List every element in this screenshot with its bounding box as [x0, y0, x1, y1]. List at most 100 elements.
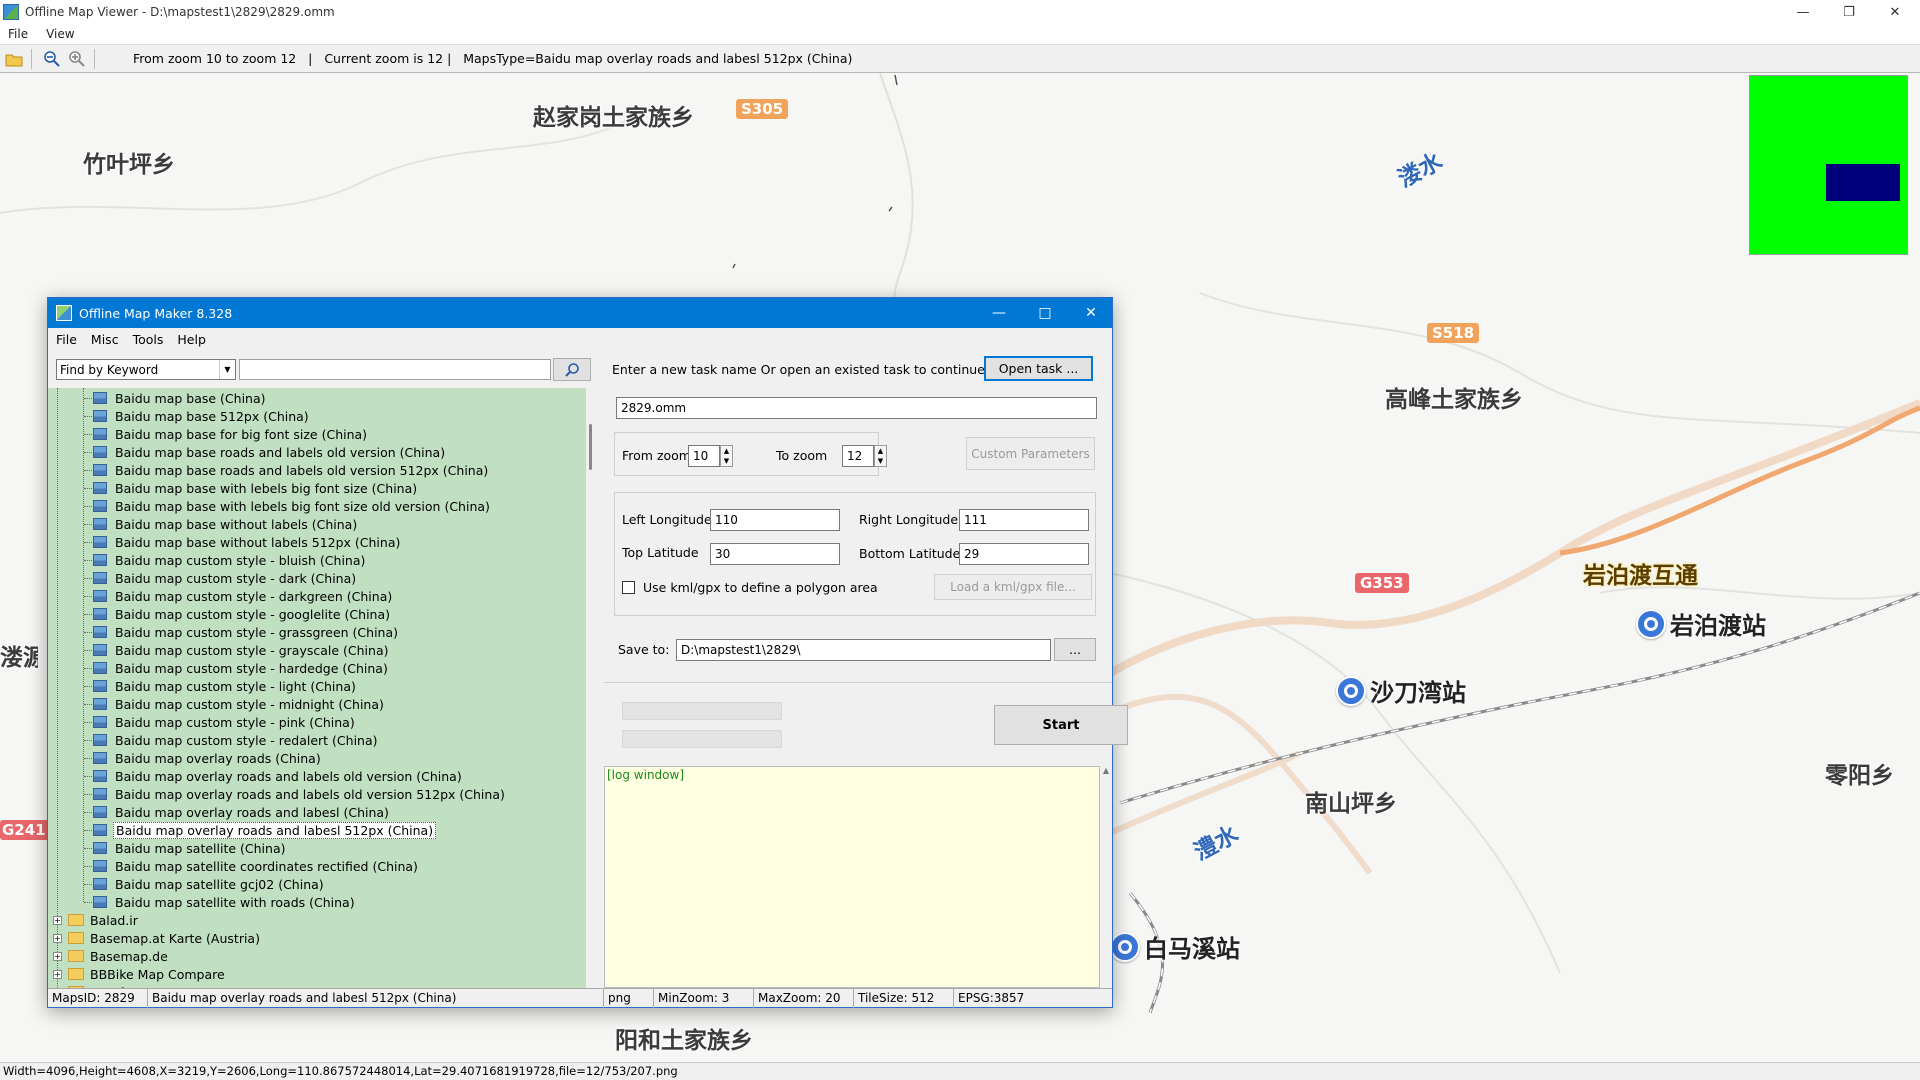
- browse-button[interactable]: ...: [1054, 638, 1096, 661]
- tree-item[interactable]: Baidu map overlay roads and labels old v…: [93, 767, 464, 785]
- scrollbar-thumb[interactable]: [589, 424, 592, 470]
- tree-item[interactable]: Baidu map satellite gcj02 (China): [93, 875, 326, 893]
- open-folder-icon[interactable]: [3, 48, 25, 70]
- tree-item[interactable]: Baidu map base without labels 512px (Chi…: [93, 533, 402, 551]
- log-window[interactable]: [log window]: [604, 766, 1100, 988]
- tree-scrollbar[interactable]: [586, 388, 596, 988]
- tree-item[interactable]: Baidu map base 512px (China): [93, 407, 311, 425]
- dialog-close-button[interactable]: ✕: [1068, 298, 1114, 328]
- save-path-input[interactable]: D:\mapstest1\2829\: [676, 639, 1051, 661]
- tree-item[interactable]: Baidu map base with lebels big font size…: [93, 479, 419, 497]
- tree-item[interactable]: Baidu map custom style - darkgreen (Chin…: [93, 587, 394, 605]
- tree-item[interactable]: Baidu map custom style - hardedge (China…: [93, 659, 390, 677]
- minimap-viewport[interactable]: [1826, 164, 1900, 201]
- tree-folder[interactable]: + Basemap.de: [53, 947, 170, 965]
- tree-item-label: Baidu map overlay roads (China): [115, 750, 321, 766]
- menu-view[interactable]: View: [46, 27, 74, 41]
- tree-item[interactable]: Baidu map base (China): [93, 389, 268, 407]
- expand-icon[interactable]: +: [53, 915, 62, 925]
- from-zoom-input[interactable]: 10: [688, 445, 720, 467]
- tree-item[interactable]: Baidu map custom style - redalert (China…: [93, 731, 380, 749]
- custom-parameters-button[interactable]: Custom Parameters: [966, 437, 1095, 470]
- zoom-in-icon[interactable]: [66, 48, 88, 70]
- log-text: [log window]: [607, 768, 684, 782]
- station-marker[interactable]: 岩泊渡站: [1636, 606, 1766, 641]
- tree-guide-line: [84, 416, 92, 417]
- tree-item[interactable]: Baidu map custom style - grassgreen (Chi…: [93, 623, 400, 641]
- use-kml-checkbox[interactable]: [622, 581, 635, 594]
- bottom-latitude-input[interactable]: 29: [959, 543, 1089, 565]
- tree-folder[interactable]: + BBBike Map Compare: [53, 965, 227, 983]
- top-latitude-input[interactable]: 30: [710, 543, 840, 565]
- dialog-title-bar[interactable]: Offline Map Maker 8.328 — □ ✕: [48, 298, 1112, 328]
- search-mode-value: Find by Keyword: [60, 362, 159, 377]
- maps-tree-pane: Find by Keyword ▼ Baidu map base (China)…: [48, 350, 596, 988]
- maps-tree[interactable]: Baidu map base (China) Baidu map base 512…: [48, 388, 586, 988]
- tree-item[interactable]: Baidu map base roads and labels old vers…: [93, 443, 447, 461]
- search-mode-select[interactable]: Find by Keyword ▼: [56, 359, 236, 380]
- dialog-menu-help[interactable]: Help: [177, 332, 206, 347]
- station-marker[interactable]: 白马溪站: [1110, 929, 1240, 964]
- from-zoom-stepper[interactable]: ▲ ▼: [720, 445, 733, 467]
- map-layer-icon: [93, 572, 107, 584]
- chevron-down-icon[interactable]: ▼: [219, 360, 235, 379]
- tree-folder-label: Basemap.at Karte (Austria): [90, 930, 260, 946]
- start-button[interactable]: Start: [994, 705, 1128, 745]
- status-max-zoom: MaxZoom: 20: [754, 989, 854, 1008]
- tree-folder[interactable]: + Basemap.at Karte (Austria): [53, 929, 262, 947]
- tree-guide-line: [84, 470, 92, 471]
- left-longitude-input[interactable]: 110: [710, 509, 840, 531]
- tree-item[interactable]: Baidu map satellite (China): [93, 839, 288, 857]
- station-marker[interactable]: 沙刀湾站: [1336, 673, 1466, 708]
- tree-item[interactable]: Baidu map custom style - dark (China): [93, 569, 358, 587]
- tree-item[interactable]: Baidu map custom style - googlelite (Chi…: [93, 605, 392, 623]
- map-layer-icon: [93, 806, 107, 818]
- expand-icon[interactable]: +: [53, 969, 62, 979]
- to-zoom-stepper[interactable]: ▲ ▼: [874, 445, 887, 467]
- tree-item[interactable]: Baidu map custom style - light (China): [93, 677, 358, 695]
- expand-icon[interactable]: +: [53, 933, 62, 943]
- tree-item[interactable]: Baidu map overlay roads (China): [93, 749, 323, 767]
- right-longitude-input[interactable]: 111: [959, 509, 1089, 531]
- tree-item[interactable]: Baidu map overlay roads and labesl (Chin…: [93, 803, 391, 821]
- search-input[interactable]: [239, 359, 551, 380]
- restore-button[interactable]: ❐: [1826, 0, 1872, 24]
- tree-item[interactable]: Baidu map base with lebels big font size…: [93, 497, 492, 515]
- dialog-minimize-button[interactable]: —: [976, 298, 1022, 328]
- tree-item[interactable]: Baidu map satellite coordinates rectifie…: [93, 857, 420, 875]
- tree-item[interactable]: Baidu map base roads and labels old vers…: [93, 461, 490, 479]
- dialog-menu-file[interactable]: File: [56, 332, 77, 347]
- expand-icon[interactable]: +: [53, 951, 62, 961]
- tree-item[interactable]: Baidu map overlay roads and labesl 512px…: [93, 821, 437, 839]
- load-kml-button[interactable]: Load a kml/gpx file...: [934, 574, 1092, 600]
- tree-item[interactable]: Baidu map satellite with roads (China): [93, 893, 357, 911]
- tree-item-label: Baidu map custom style - light (China): [115, 678, 356, 694]
- tree-item[interactable]: Baidu map base for big font size (China): [93, 425, 369, 443]
- dialog-maximize-button[interactable]: □: [1022, 298, 1068, 328]
- minimize-button[interactable]: —: [1780, 0, 1826, 24]
- minimap[interactable]: [1749, 75, 1908, 255]
- tree-item[interactable]: Baidu map overlay roads and labels old v…: [93, 785, 507, 803]
- search-button[interactable]: [553, 358, 591, 381]
- dialog-menu-misc[interactable]: Misc: [91, 332, 119, 347]
- tree-item[interactable]: Baidu map custom style - midnight (China…: [93, 695, 386, 713]
- log-scrollbar[interactable]: ▲: [1100, 766, 1112, 988]
- map-layer-icon: [93, 734, 107, 746]
- map-layer-icon: [93, 752, 107, 764]
- map-layer-icon: [93, 500, 107, 512]
- close-button[interactable]: ✕: [1872, 0, 1918, 24]
- tree-item[interactable]: Baidu map custom style - grayscale (Chin…: [93, 641, 391, 659]
- dialog-menu-tools[interactable]: Tools: [133, 332, 164, 347]
- open-task-button[interactable]: Open task ...: [984, 356, 1093, 381]
- tree-folder[interactable]: + Balad.ir: [53, 911, 140, 929]
- tree-guide-line: [84, 866, 92, 867]
- tree-item[interactable]: Baidu map base without labels (China): [93, 515, 359, 533]
- task-name-input[interactable]: 2829.omm: [616, 397, 1097, 419]
- progress-bar-current: [622, 730, 782, 748]
- to-zoom-input[interactable]: 12: [842, 445, 874, 467]
- tree-item[interactable]: Baidu map custom style - pink (China): [93, 713, 357, 731]
- tree-item[interactable]: Baidu map custom style - bluish (China): [93, 551, 367, 569]
- menu-file[interactable]: File: [8, 27, 28, 41]
- zoom-out-icon[interactable]: [41, 48, 63, 70]
- status-min-zoom: MinZoom: 3: [654, 989, 754, 1008]
